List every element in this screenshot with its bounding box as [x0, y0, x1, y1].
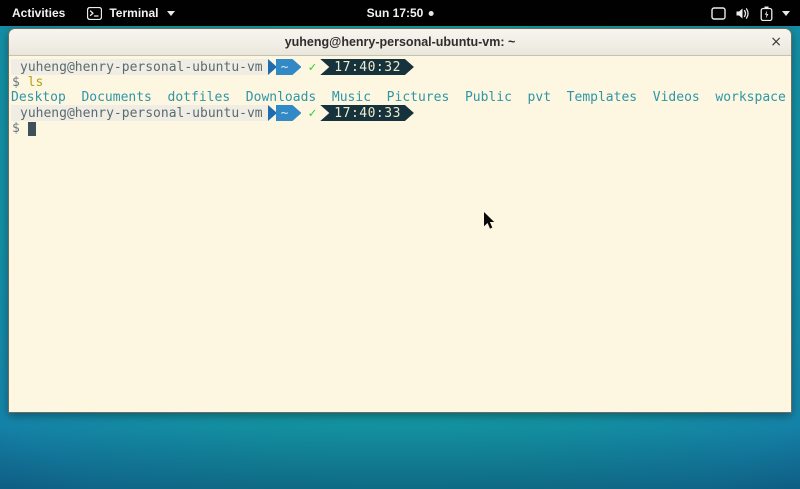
- success-check-icon: ✓: [308, 60, 316, 75]
- prompt-time-segment: 17:40:33: [320, 105, 414, 121]
- app-menu-label: Terminal: [109, 6, 158, 20]
- clock-button[interactable]: Sun 17:50: [367, 0, 434, 26]
- directory-item: dotfiles: [168, 90, 231, 105]
- chevron-down-icon: [167, 11, 175, 16]
- prompt-line: yuheng@henry-personal-ubuntu-vm ~ ✓ 17:4…: [11, 59, 791, 75]
- success-check-icon: ✓: [308, 106, 316, 121]
- directory-item: pvt: [528, 90, 551, 105]
- clock-label: Sun 17:50: [367, 6, 424, 20]
- prompt-userhost-segment: yuheng@henry-personal-ubuntu-vm: [11, 105, 268, 121]
- directory-item: Documents: [81, 90, 151, 105]
- terminal-app-icon: [87, 7, 102, 20]
- prompt-char: $: [12, 75, 20, 90]
- prompt-cwd-segment: ~: [276, 59, 302, 75]
- directory-item: Public: [465, 90, 512, 105]
- top-bar: Activities Terminal Sun 17:50: [0, 0, 800, 26]
- prompt-time-segment: 17:40:32: [320, 59, 414, 75]
- input-line[interactable]: $: [11, 121, 791, 136]
- directory-item: Downloads: [246, 90, 316, 105]
- app-menu-button[interactable]: Terminal: [77, 0, 185, 26]
- prompt-char: $: [12, 121, 20, 136]
- titlebar[interactable]: yuheng@henry-personal-ubuntu-vm: ~ ×: [9, 29, 791, 56]
- desktop: { "top_bar": { "activities_label": "Acti…: [0, 0, 800, 489]
- powerline-arrow-icon: [268, 59, 277, 75]
- powerline-arrow-icon: [268, 105, 277, 121]
- battery-charging-icon: [760, 6, 773, 21]
- directory-item: Videos: [653, 90, 700, 105]
- volume-icon: [735, 7, 751, 20]
- prompt-line: yuheng@henry-personal-ubuntu-vm ~ ✓ 17:4…: [11, 105, 791, 121]
- terminal-window: yuheng@henry-personal-ubuntu-vm: ~ × yuh…: [8, 28, 792, 413]
- display-icon: [711, 7, 726, 20]
- directory-listing: Desktop Documents dotfiles Downloads Music Pi…: [11, 90, 791, 105]
- directory-item: workspace: [715, 90, 785, 105]
- close-button[interactable]: ×: [770, 29, 782, 55]
- system-menu-button[interactable]: [701, 0, 800, 26]
- prompt-userhost-segment: yuheng@henry-personal-ubuntu-vm: [11, 59, 268, 75]
- mouse-cursor-icon: [483, 211, 495, 230]
- notification-dot-icon: [428, 11, 433, 16]
- directory-item: Templates: [567, 90, 637, 105]
- command-text: ls: [28, 75, 44, 90]
- terminal-cursor: [28, 122, 36, 136]
- directory-item: Music: [332, 90, 371, 105]
- prompt-cwd-segment: ~: [276, 105, 302, 121]
- window-title: yuheng@henry-personal-ubuntu-vm: ~: [285, 35, 516, 49]
- chevron-down-icon: [782, 11, 790, 16]
- activities-button[interactable]: Activities: [0, 0, 77, 26]
- directory-item: Desktop: [11, 90, 66, 105]
- command-line: $ ls: [11, 75, 791, 90]
- terminal-content[interactable]: yuheng@henry-personal-ubuntu-vm ~ ✓ 17:4…: [9, 56, 791, 412]
- directory-item: Pictures: [387, 90, 450, 105]
